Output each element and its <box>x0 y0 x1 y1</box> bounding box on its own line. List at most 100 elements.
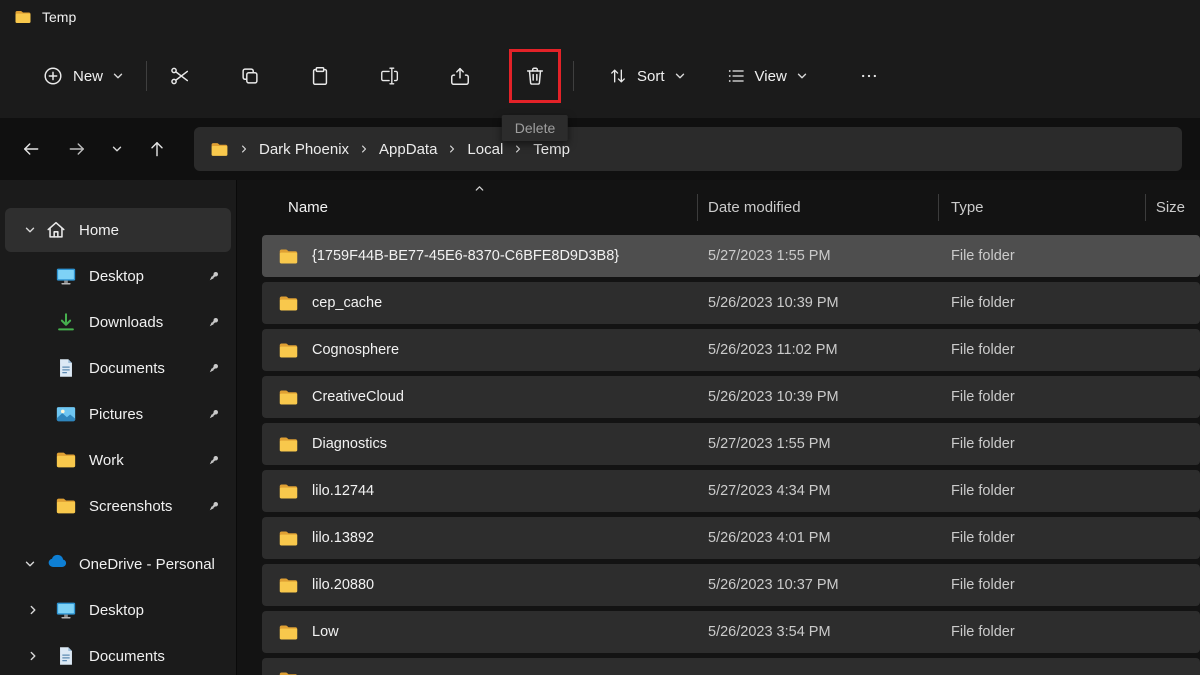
breadcrumb-item[interactable]: Dark Phoenix <box>259 141 349 158</box>
chevron-down-icon <box>111 143 123 155</box>
folder-icon <box>278 481 299 502</box>
file-type: File folder <box>938 342 1145 358</box>
column-header-type[interactable]: Type <box>938 180 1145 235</box>
share-button[interactable] <box>437 53 483 99</box>
pin-icon <box>206 453 221 468</box>
folder-icon <box>278 434 299 455</box>
more-options-button[interactable] <box>846 53 892 99</box>
breadcrumb-item[interactable]: AppData <box>379 141 437 158</box>
file-date-modified: 5/26/2023 3:54 PM <box>697 624 938 640</box>
folder-icon[interactable] <box>210 140 229 159</box>
toolbar-divider <box>573 61 574 91</box>
file-date-modified: 5/26/2023 4:01 PM <box>697 530 938 546</box>
sidebar-item-label: Screenshots <box>89 498 172 515</box>
forward-arrow-icon <box>67 139 87 159</box>
file-name: CreativeCloud <box>312 389 404 405</box>
chevron-right-icon <box>359 144 369 154</box>
sidebar-item-downloads[interactable]: Downloads <box>5 300 231 344</box>
recent-locations-button[interactable] <box>104 130 130 168</box>
sort-ascending-icon <box>474 183 485 194</box>
table-row[interactable]: cep_cache 5/26/2023 10:39 PM File folder <box>262 282 1200 324</box>
sidebar-item-label: Documents <box>89 360 165 377</box>
table-row[interactable]: {1759F44B-BE77-45E6-8370-C6BFE8D9D3B8} 5… <box>262 235 1200 277</box>
chevron-right-icon[interactable] <box>15 604 55 616</box>
chevron-down-icon[interactable] <box>15 224 45 236</box>
pin-icon <box>206 499 221 514</box>
cut-icon <box>169 65 191 87</box>
column-header-size-label: Size <box>1156 199 1185 216</box>
table-row[interactable]: Diagnostics 5/27/2023 1:55 PM File folde… <box>262 423 1200 465</box>
cut-button[interactable] <box>157 53 203 99</box>
table-row[interactable]: lilo.12744 5/27/2023 4:34 PM File folder <box>262 470 1200 512</box>
sidebar-item-label: Pictures <box>89 406 143 423</box>
chevron-down-icon[interactable] <box>15 558 45 570</box>
column-headers: Name Date modified Type Size <box>262 180 1200 235</box>
delete-tooltip: Delete <box>502 115 568 141</box>
column-header-name[interactable]: Name <box>262 180 697 235</box>
chevron-down-icon <box>674 70 686 82</box>
file-type: File folder <box>938 530 1145 546</box>
sort-button-label: Sort <box>637 68 665 85</box>
paste-button[interactable] <box>297 53 343 99</box>
table-row[interactable]: Cognosphere 5/26/2023 11:02 PM File fold… <box>262 329 1200 371</box>
new-button-label: New <box>73 68 103 85</box>
pin-icon <box>206 361 221 376</box>
chevron-right-icon <box>447 144 457 154</box>
folder-icon <box>278 293 299 314</box>
back-button[interactable] <box>12 130 50 168</box>
sidebar-item-desktop[interactable]: Desktop <box>5 588 231 632</box>
file-name: Low <box>312 624 339 640</box>
chevron-right-icon[interactable] <box>15 650 55 662</box>
sidebar-item-documents[interactable]: Documents <box>5 346 231 390</box>
file-date-modified: 5/26/2023 11:02 PM <box>697 342 938 358</box>
file-date-modified: 5/26/2023 10:37 PM <box>697 577 938 593</box>
forward-button[interactable] <box>58 130 96 168</box>
breadcrumb-item[interactable]: Temp <box>533 141 570 158</box>
sidebar-item-screenshots[interactable]: Screenshots <box>5 484 231 528</box>
file-date-modified: 5/26/2023 10:39 PM <box>697 389 938 405</box>
folder-icon <box>14 8 32 26</box>
pin-icon <box>206 407 221 422</box>
sidebar-item-home[interactable]: Home <box>5 208 231 252</box>
download-icon <box>55 311 77 333</box>
column-header-size[interactable]: Size <box>1145 180 1200 235</box>
file-type: File folder <box>938 389 1145 405</box>
delete-button[interactable] <box>509 49 561 103</box>
file-name: {1759F44B-BE77-45E6-8370-C6BFE8D9D3B8} <box>312 248 619 264</box>
sidebar-item-work[interactable]: Work <box>5 438 231 482</box>
up-arrow-icon <box>147 139 167 159</box>
file-type: File folder <box>938 483 1145 499</box>
picture-icon <box>55 403 77 425</box>
sidebar-item-pictures[interactable]: Pictures <box>5 392 231 436</box>
file-date-modified: 5/27/2023 1:55 PM <box>697 248 938 264</box>
up-button[interactable] <box>138 130 176 168</box>
pin-icon <box>206 269 221 284</box>
copy-button[interactable] <box>227 53 273 99</box>
rename-button[interactable] <box>367 53 413 99</box>
window-title: Temp <box>42 9 76 25</box>
breadcrumb: Dark Phoenix AppData Local Temp <box>194 127 1182 171</box>
sidebar-item-desktop[interactable]: Desktop <box>5 254 231 298</box>
sidebar-item-onedrive-personal[interactable]: OneDrive - Personal <box>5 542 231 586</box>
file-name: lilo.12744 <box>312 483 374 499</box>
file-date-modified: 5/27/2023 4:34 PM <box>697 483 938 499</box>
view-button-label: View <box>755 68 787 85</box>
table-row[interactable]: lilo.13892 5/26/2023 4:01 PM File folder <box>262 517 1200 559</box>
breadcrumb-item[interactable]: Local <box>467 141 503 158</box>
file-name: cep_cache <box>312 295 382 311</box>
view-button[interactable]: View <box>714 57 820 95</box>
chevron-right-icon <box>513 144 523 154</box>
column-header-date-modified[interactable]: Date modified <box>697 180 938 235</box>
table-row[interactable]: Low 5/26/2023 3:54 PM File folder <box>262 611 1200 653</box>
table-row[interactable]: CreativeCloud 5/26/2023 10:39 PM File fo… <box>262 376 1200 418</box>
table-row[interactable]: lilo.20880 5/26/2023 10:37 PM File folde… <box>262 564 1200 606</box>
file-name: lilo.13892 <box>312 530 374 546</box>
new-button[interactable]: New <box>30 56 136 96</box>
table-row-partial[interactable] <box>262 658 1200 675</box>
sidebar-item-label: OneDrive - Personal <box>79 556 215 573</box>
folder-icon <box>278 246 299 267</box>
sidebar-item-documents[interactable]: Documents <box>5 634 231 675</box>
folder-icon <box>278 387 299 408</box>
sidebar-item-label: Documents <box>89 648 165 665</box>
sort-button[interactable]: Sort <box>596 57 698 95</box>
